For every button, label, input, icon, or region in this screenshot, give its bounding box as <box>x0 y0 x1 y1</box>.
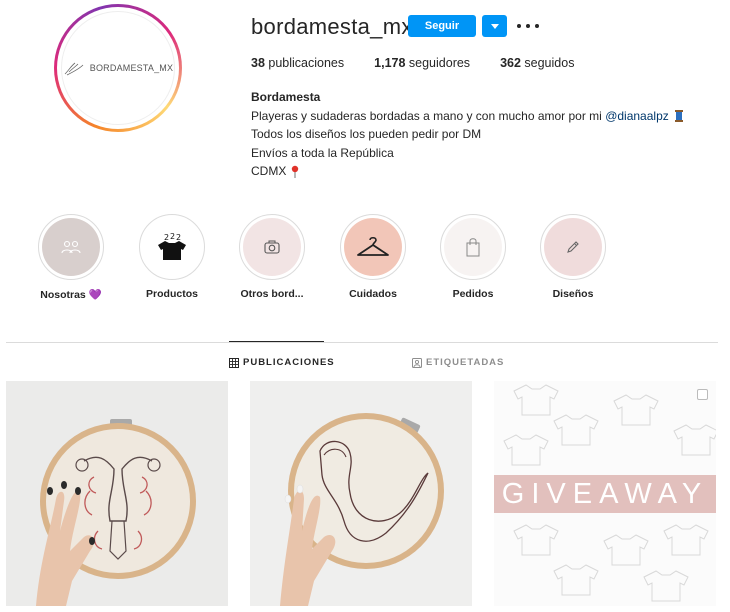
highlight-otros-bordados[interactable]: Otros bord... <box>227 214 317 300</box>
profile-avatar-ring[interactable]: BORDAMESTA_MX <box>54 4 182 132</box>
post-image <box>250 381 472 606</box>
highlight-label: Diseños <box>552 288 594 300</box>
highlight-ring <box>540 214 606 280</box>
pencil-icon <box>567 241 579 253</box>
stat-posts: 38 publicaciones <box>251 56 344 70</box>
highlight-label: Nosotras 💜 <box>40 289 102 301</box>
camera-icon <box>264 240 280 254</box>
highlight-label: Otros bord... <box>240 288 304 300</box>
highlight-cuidados[interactable]: Cuidados <box>328 214 418 300</box>
post-tile-giveaway[interactable]: GIVEAWAY <box>494 381 716 606</box>
svg-text:2: 2 <box>170 232 175 241</box>
highlight-cover: 2 2 2 <box>143 218 201 276</box>
highlight-ring: 2 2 2 <box>139 214 205 280</box>
pin-icon <box>291 165 298 178</box>
bio-line-4-text: CDMX <box>251 164 287 178</box>
highlight-ring <box>340 214 406 280</box>
highlight-productos[interactable]: 2 2 2 Productos <box>127 214 217 300</box>
stat-following-count: 362 <box>500 56 521 70</box>
highlight-pedidos[interactable]: Pedidos <box>428 214 518 300</box>
highlight-cover <box>42 218 100 276</box>
svg-text:2: 2 <box>164 233 169 242</box>
bio: Bordamesta Playeras y sudaderas bordadas… <box>251 88 686 181</box>
stat-posts-label: publicaciones <box>268 56 345 70</box>
stat-following[interactable]: 362 seguidos <box>500 56 574 70</box>
profile-stats: 38 publicaciones 1,178 seguidores 362 se… <box>251 56 604 70</box>
suggested-dropdown-button[interactable] <box>482 15 507 37</box>
highlight-disenos[interactable]: Diseños <box>528 214 618 300</box>
highlight-ring <box>239 214 305 280</box>
highlight-cover <box>344 218 402 276</box>
highlight-ring <box>440 214 506 280</box>
bio-line-2: Todos los diseños los pueden pedir por D… <box>251 127 482 141</box>
bio-line-1-text: Playeras y sudaderas bordadas a mano y c… <box>251 108 606 123</box>
hand-logo-icon <box>64 62 84 76</box>
giveaway-banner: GIVEAWAY <box>494 475 716 513</box>
stat-posts-count: 38 <box>251 56 265 70</box>
active-tab-indicator <box>229 341 324 342</box>
svg-text:2: 2 <box>176 233 181 242</box>
stat-followers[interactable]: 1,178 seguidores <box>374 56 470 70</box>
bio-name: Bordamesta <box>251 90 321 104</box>
tabs-divider <box>6 342 718 343</box>
stat-followers-label: seguidores <box>408 56 471 70</box>
highlight-cover <box>243 218 301 276</box>
avatar: BORDAMESTA_MX <box>61 11 175 125</box>
avatar-text: BORDAMESTA_MX <box>89 63 174 73</box>
hanger-icon <box>357 236 389 256</box>
follow-button[interactable]: Seguir <box>408 15 476 37</box>
bag-icon <box>466 238 480 257</box>
chevron-down-icon <box>490 23 499 29</box>
carousel-icon <box>697 389 708 400</box>
highlight-label: Pedidos <box>452 288 494 300</box>
bio-line-1: Playeras y sudaderas bordadas a mano y c… <box>251 107 686 126</box>
tab-etiquetadas-label: ETIQUETADAS <box>426 357 505 368</box>
highlight-nosotras[interactable]: Nosotras 💜 <box>26 214 116 301</box>
stat-followers-count: 1,178 <box>374 56 406 70</box>
stat-following-label: seguidos <box>524 56 575 70</box>
highlight-label: Cuidados <box>349 288 397 300</box>
highlight-cover <box>444 218 502 276</box>
tab-publicaciones-label: PUBLICACIONES <box>243 357 335 368</box>
thread-spool-icon <box>675 110 684 123</box>
username: bordamesta_mx <box>251 14 413 39</box>
people-icon <box>61 240 81 254</box>
post-tile-uterus-embroidery[interactable] <box>6 381 228 606</box>
post-tile-woman-embroidery[interactable] <box>250 381 472 606</box>
bio-line-4: CDMX <box>251 162 686 181</box>
bio-mention-link[interactable]: @dianaalpz <box>605 109 669 123</box>
bio-line-3: Envíos a toda la República <box>251 145 394 160</box>
tab-etiquetadas[interactable]: ETIQUETADAS <box>412 357 504 368</box>
tab-publicaciones[interactable]: PUBLICACIONES <box>229 357 335 368</box>
grid-icon <box>229 357 239 368</box>
shirts-icon: 2 2 2 <box>158 232 186 260</box>
highlight-cover <box>544 218 602 276</box>
highlight-label: Productos <box>146 288 198 300</box>
avatar-border: BORDAMESTA_MX <box>57 7 179 129</box>
more-options-icon[interactable] <box>517 16 539 36</box>
tagged-icon <box>412 357 422 368</box>
highlight-ring <box>38 214 104 280</box>
post-image <box>6 381 228 606</box>
